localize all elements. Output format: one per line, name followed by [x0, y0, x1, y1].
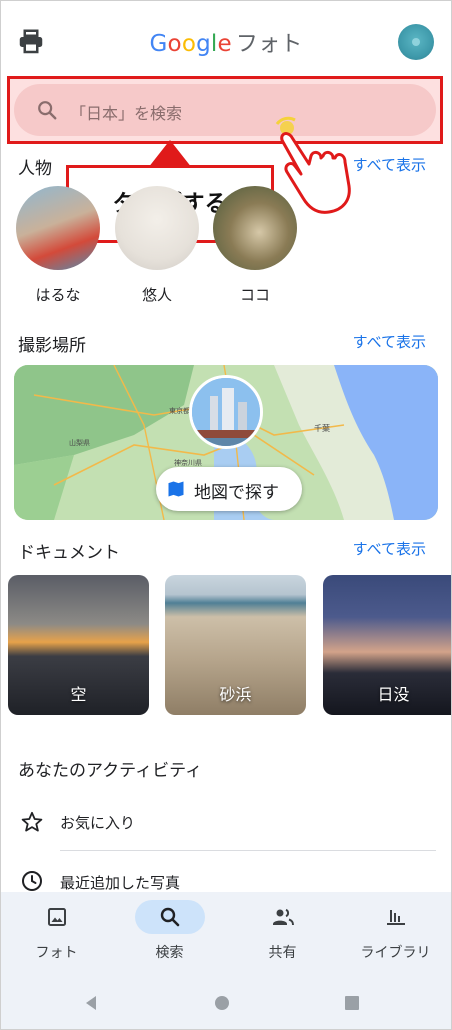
recents-icon[interactable] [343, 994, 361, 1012]
home-icon[interactable] [213, 994, 231, 1012]
person-photo [213, 186, 297, 270]
activity-section-title: あなたのアクティビティ [18, 761, 203, 781]
nav-item-library[interactable]: ライブラリ [339, 892, 452, 974]
nav-item-search[interactable]: 検索 [113, 892, 226, 974]
activity-label: 最近追加した写真 [60, 874, 181, 892]
map-label: 千葉 [314, 423, 330, 433]
document-card-sunset[interactable]: 日没 [323, 575, 452, 715]
document-card-sky[interactable]: 空 [8, 575, 149, 715]
places-see-all-link[interactable]: すべて表示 [353, 331, 426, 352]
person-item[interactable]: 悠人 [115, 186, 199, 305]
callout-arrow [148, 140, 192, 168]
nav-label: ライブラリ [360, 945, 431, 961]
person-photo [115, 186, 199, 270]
person-name: ココ [239, 286, 270, 304]
activity-label: お気に入り [60, 814, 136, 832]
activity-item-favorites[interactable]: お気に入り [0, 794, 452, 850]
document-label: 空 [70, 685, 87, 704]
nav-item-sharing[interactable]: 共有 [226, 892, 339, 974]
map-location-photo[interactable] [189, 375, 263, 449]
person-name: 悠人 [141, 286, 172, 304]
search-icon [160, 907, 180, 927]
photo-icon [48, 908, 66, 926]
map-label: 山梨県 [69, 438, 90, 447]
app-header: Google フォト [0, 0, 452, 78]
explore-map-label: 地図で探す [194, 483, 279, 503]
people-see-all-link[interactable]: すべて表示 [353, 154, 426, 175]
document-label: 日没 [377, 685, 410, 704]
nav-label: 共有 [268, 945, 297, 961]
map-icon [168, 481, 184, 497]
clock-icon [22, 871, 42, 891]
people-section-title: 人物 [18, 159, 52, 179]
nav-item-photos[interactable]: フォト [0, 892, 113, 974]
document-card-beach[interactable]: 砂浜 [165, 575, 306, 715]
library-icon [387, 910, 405, 925]
star-icon [21, 811, 43, 832]
places-section-title: 撮影場所 [18, 336, 86, 356]
google-photos-logo: Google フォト [149, 31, 303, 57]
back-icon[interactable] [82, 994, 100, 1012]
explore-map-button[interactable]: 地図で探す [156, 467, 302, 511]
search-placeholder: 「日本」を検索 [70, 104, 183, 123]
documents-section-title: ドキュメント [18, 543, 120, 563]
document-label: 砂浜 [219, 685, 252, 704]
documents-see-all-link[interactable]: すべて表示 [353, 538, 426, 559]
people-icon [273, 908, 294, 926]
divider [60, 850, 436, 851]
person-item[interactable]: ココ [213, 186, 297, 305]
search-icon [38, 101, 57, 120]
nav-label: 検索 [155, 945, 184, 961]
person-photo [16, 186, 100, 270]
map-label: 神奈川県 [174, 458, 202, 467]
person-item[interactable]: はるな [16, 186, 100, 305]
system-navigation-bar [0, 974, 452, 1030]
account-avatar[interactable] [398, 24, 434, 60]
bottom-navigation: フォト 検索 共有 ライブラリ [0, 892, 452, 974]
person-name: はるな [35, 286, 81, 304]
nav-label: フォト [35, 945, 78, 961]
map-label: 東京都 [169, 406, 190, 415]
